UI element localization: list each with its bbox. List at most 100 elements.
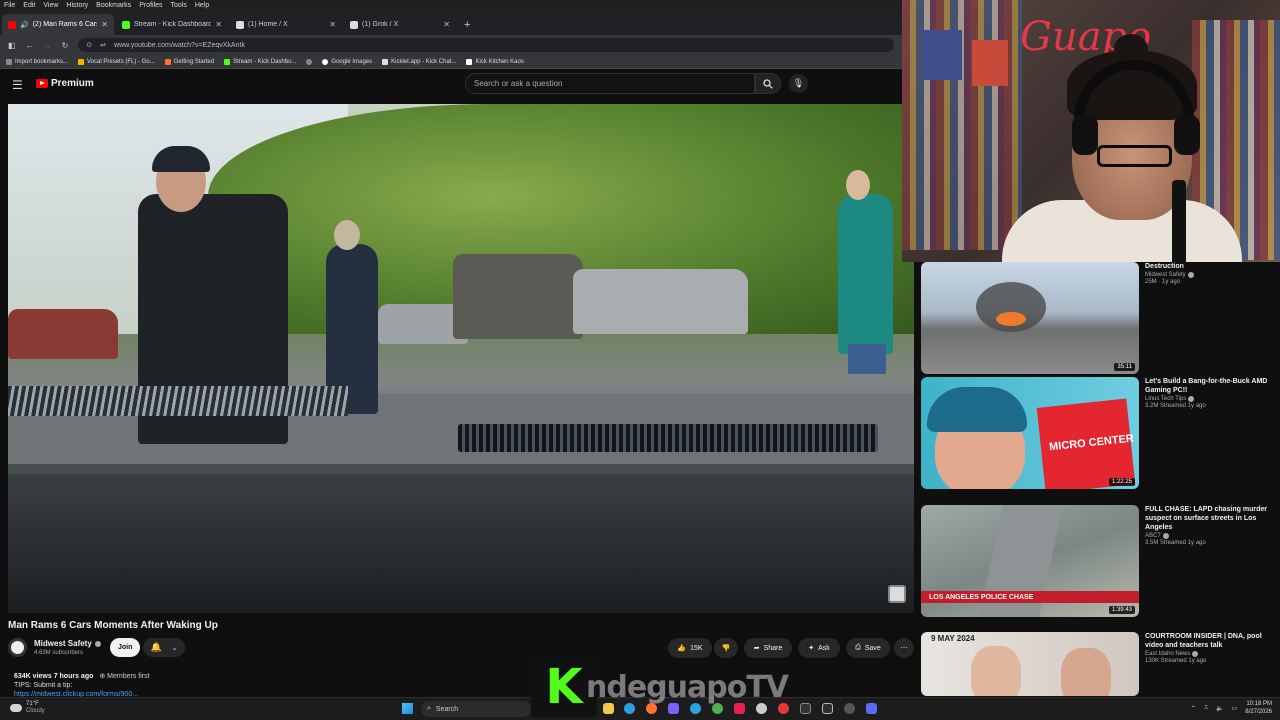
channel-text: Midwest Safety	[1145, 272, 1186, 278]
channel-avatar[interactable]	[8, 638, 27, 657]
tab-title: (2) Man Rams 6 Cars Mom	[32, 21, 98, 28]
forward-arrow-icon[interactable]: →	[44, 41, 52, 50]
menu-file[interactable]: File	[4, 2, 15, 9]
app-icon[interactable]	[866, 703, 877, 714]
search-icon	[763, 78, 773, 89]
verified-icon	[1162, 533, 1169, 539]
new-tab-plus-icon[interactable]: +	[464, 19, 470, 31]
address-bar[interactable]: ⊙ ⇌ www.youtube.com/watch?v=EZeqvXkAntk	[78, 38, 894, 52]
site-info-icon[interactable]: ⊙	[86, 41, 92, 49]
bookmark-kicklet[interactable]: Kicklet.app - Kick Chat...	[382, 58, 456, 65]
tab-x-home[interactable]: (1) Home / X ✕	[230, 14, 342, 35]
speaker-icon[interactable]: 🔊	[20, 21, 29, 29]
verified-icon	[1188, 396, 1195, 402]
bookmark-import[interactable]: Import bookmarks...	[6, 58, 68, 65]
video-player[interactable]	[8, 104, 914, 613]
bookmark-globe[interactable]	[306, 58, 313, 65]
notification-bell-button[interactable]: 🔔 ⌄	[143, 638, 185, 657]
tab-close-icon[interactable]: ✕	[443, 20, 450, 29]
members-first-badge: ⊕ Members first	[99, 673, 150, 680]
verified-icon	[1187, 272, 1194, 278]
speaker-icon[interactable]: 🔈	[1216, 705, 1223, 712]
tab-close-icon[interactable]: ✕	[101, 20, 108, 29]
recommendation-thumbnail[interactable]: 9 MAY 2024	[921, 632, 1139, 696]
tab-kick-dashboard[interactable]: Stream - Kick Dashboard ✕	[116, 14, 228, 35]
menu-history[interactable]: History	[66, 2, 88, 9]
webcam-shelf	[902, 0, 1022, 250]
address-toolbar: ◧ ← → ↻ ⊙ ⇌ www.youtube.com/watch?v=EZeq…	[0, 35, 902, 55]
battery-icon[interactable]: ▭	[1232, 705, 1238, 712]
menu-bookmarks[interactable]: Bookmarks	[96, 2, 131, 9]
video-frame-woman-head	[846, 170, 870, 200]
bookmark-google-images[interactable]: Google Images	[322, 58, 372, 65]
video-editor-icon[interactable]	[822, 703, 833, 714]
sidebar-toggle-icon[interactable]: ◧	[8, 41, 16, 50]
recommendation-title[interactable]: COURTROOM INSIDER | DNA, pool video and …	[1145, 632, 1275, 650]
reload-icon[interactable]: ↻	[62, 41, 69, 50]
recommendation-channel[interactable]: East Idaho News	[1145, 651, 1275, 657]
recommendation-item[interactable]: MICRO CENTER 1:22:25 Let's Build a Bang-…	[921, 377, 1276, 489]
thumbnail-banner: LOS ANGELES POLICE CHASE	[921, 591, 1139, 603]
like-button[interactable]: 👍 15K	[668, 638, 712, 658]
bookmark-vocal-presets[interactable]: Vocal Presets (FL) - Go...	[78, 58, 155, 65]
channel-name[interactable]: Midwest Safety	[34, 639, 101, 648]
channel-watermark-icon[interactable]	[888, 585, 906, 603]
join-button[interactable]: Join	[110, 638, 141, 657]
video-duration: 1:39:43	[1108, 606, 1135, 614]
x-favicon-icon	[350, 20, 358, 29]
network-icon[interactable]: ⎍	[1204, 705, 1208, 712]
bookmark-kick-kitchen[interactable]: Kick Kitchen Kaos	[466, 58, 524, 65]
tune-icon[interactable]: ⇌	[100, 41, 106, 49]
recommendation-title[interactable]: Destruction	[1145, 262, 1275, 271]
more-actions-button[interactable]: ⋯	[894, 638, 914, 658]
recommendation-channel[interactable]: Midwest Safety	[1145, 272, 1275, 278]
menu-profiles[interactable]: Profiles	[139, 2, 162, 9]
tab-close-icon[interactable]: ✕	[215, 20, 222, 29]
bookmark-kick-dashboard[interactable]: Stream - Kick Dashbo...	[224, 58, 296, 65]
tab-title: (1) Grok / X	[362, 21, 399, 28]
recommendation-item[interactable]: LOS ANGELES POLICE CHASE 1:39:43 FULL CH…	[921, 505, 1276, 617]
recommendation-title[interactable]: FULL CHASE: LAPD chasing murder suspect …	[1145, 505, 1275, 532]
bookmark-label: Getting Started	[173, 58, 215, 65]
tab-grok[interactable]: (1) Grok / X ✕	[344, 14, 456, 35]
weather-widget[interactable]: 71°F Cloudy	[10, 701, 45, 715]
menu-hamburger-icon[interactable]: ☰	[12, 78, 23, 92]
taskbar-search[interactable]: ⌕ Search	[421, 701, 531, 717]
menu-view[interactable]: View	[43, 2, 58, 9]
taskbar-clock[interactable]: 10:18 PM 8/27/2026	[1245, 700, 1272, 716]
recommendation-thumbnail[interactable]: 35:11	[921, 262, 1139, 374]
menu-help[interactable]: Help	[195, 2, 209, 9]
search-input[interactable]: Search or ask a question	[465, 73, 755, 94]
ask-button[interactable]: ✦ Ask	[798, 638, 840, 658]
youtube-premium-logo[interactable]: Premium	[36, 78, 94, 89]
bookmark-label: Vocal Presets (FL) - Go...	[87, 58, 155, 65]
tab-close-icon[interactable]: ✕	[329, 20, 336, 29]
video-frame-dash-vent	[458, 424, 878, 452]
dislike-button[interactable]: 👎	[714, 638, 738, 658]
recommendation-thumbnail[interactable]: LOS ANGELES POLICE CHASE 1:39:43	[921, 505, 1139, 617]
chevron-up-icon[interactable]: ⌃	[1191, 705, 1196, 712]
recommendation-thumbnail[interactable]: MICRO CENTER 1:22:25	[921, 377, 1139, 489]
search-button[interactable]	[755, 73, 781, 94]
save-button[interactable]: ⎙ Save	[846, 638, 890, 658]
recommendation-channel[interactable]: Linus Tech Tips	[1145, 396, 1275, 402]
obs-icon[interactable]	[844, 703, 855, 714]
terminal-icon[interactable]	[800, 703, 811, 714]
recommendation-title[interactable]: Let's Build a Bang-for-the-Buck AMD Gami…	[1145, 377, 1275, 395]
recommendation-item[interactable]: 35:11 Destruction Midwest Safety 25M · 1…	[921, 262, 1276, 374]
bookmark-icon	[164, 58, 171, 65]
windows-start-icon[interactable]	[402, 703, 413, 714]
tab-youtube-video[interactable]: 🔊 (2) Man Rams 6 Cars Mom ✕	[2, 14, 114, 35]
recommendation-channel[interactable]: ABC7	[1145, 533, 1275, 539]
voice-search-button[interactable]: 🎙	[789, 74, 808, 93]
menu-tools[interactable]: Tools	[171, 2, 187, 9]
menu-edit[interactable]: Edit	[23, 2, 35, 9]
video-views-line[interactable]: 634K views 7 hours ago ⊕ Members first	[14, 672, 150, 680]
channel-text: Linus Tech Tips	[1145, 396, 1187, 402]
share-button[interactable]: ➦ Share	[744, 638, 792, 658]
back-arrow-icon[interactable]: ←	[26, 41, 34, 50]
bookmark-getting-started[interactable]: Getting Started	[164, 58, 215, 65]
url-text[interactable]: www.youtube.com/watch?v=EZeqvXkAntk	[114, 42, 245, 49]
recommendation-item[interactable]: 9 MAY 2024 COURTROOM INSIDER | DNA, pool…	[921, 632, 1276, 696]
recommendation-meta: Let's Build a Bang-for-the-Buck AMD Gami…	[1145, 377, 1275, 489]
